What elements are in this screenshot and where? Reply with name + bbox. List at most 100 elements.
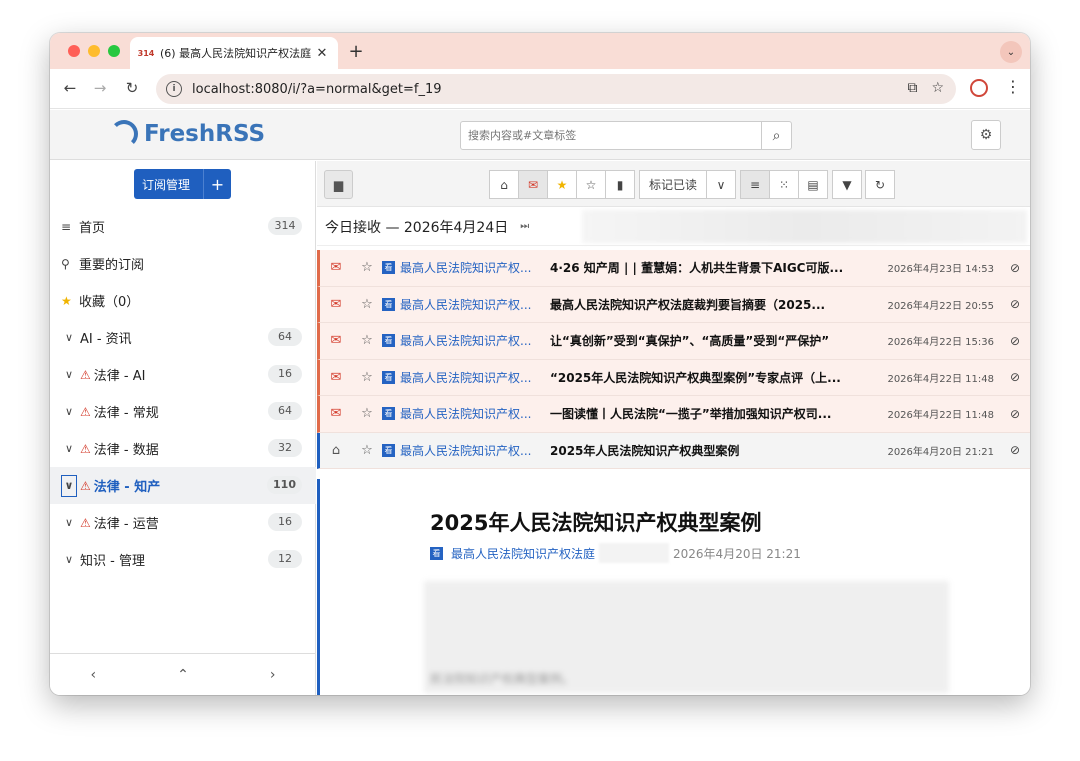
pin-icon: ⚲: [61, 256, 70, 271]
envelope-icon[interactable]: ✉: [320, 406, 352, 421]
article-title[interactable]: “2025年人民法院知识产权典型案例”专家点评（上...: [550, 369, 870, 386]
sidebar-item-law-ai[interactable]: ∨ ⚠ 法律 - AI 16: [50, 356, 316, 393]
filter-unread-button[interactable]: ✉: [518, 170, 548, 199]
feed-source[interactable]: 看最高人民法院知识产权...: [382, 442, 550, 459]
chevron-down-icon[interactable]: ∨: [61, 401, 77, 423]
filter-unstarred-button[interactable]: ☆: [576, 170, 606, 199]
table-row[interactable]: ✉ ☆ 看最高人民法院知识产权... 4·26 知产周 | | 董慧娟：人机共生…: [317, 250, 1030, 287]
external-link-icon[interactable]: ⊘: [1010, 261, 1020, 275]
external-link-icon[interactable]: ⊘: [1010, 407, 1020, 421]
chevron-down-icon[interactable]: ∨: [61, 549, 77, 571]
view-reader-button[interactable]: ▤: [798, 170, 828, 199]
search-input[interactable]: [461, 122, 761, 149]
sort-button[interactable]: ▼: [832, 170, 862, 199]
previous-icon[interactable]: ‹: [91, 667, 97, 683]
refresh-button[interactable]: ↻: [865, 170, 895, 199]
article-title[interactable]: 4·26 知产周 | | 董慧娟：人机共生背景下AIGC可版...: [550, 259, 870, 276]
star-outline-icon[interactable]: ☆: [352, 333, 382, 348]
close-window-button[interactable]: [68, 45, 80, 57]
envelope-open-icon[interactable]: ⌂: [320, 443, 352, 458]
envelope-icon[interactable]: ✉: [320, 333, 352, 348]
add-subscription-button[interactable]: +: [203, 169, 231, 199]
article-heading[interactable]: 2025年人民法院知识产权典型案例: [430, 507, 761, 537]
sidebar-item-law-ip[interactable]: ∨ ⚠ 法律 - 知产 110: [50, 467, 316, 504]
filter-read-button[interactable]: ⌂: [489, 170, 519, 199]
bookmark-button[interactable]: ▮: [605, 170, 635, 199]
unread-count: 314: [268, 217, 302, 235]
article-date: 2026年4月22日 11:48: [887, 373, 994, 385]
external-link-icon[interactable]: ⊘: [1010, 370, 1020, 384]
filter-starred-button[interactable]: ★: [547, 170, 577, 199]
toggle-sidebar-button[interactable]: ▆: [324, 170, 353, 199]
mark-read-button[interactable]: 标记已读: [639, 170, 707, 199]
feed-source[interactable]: 看最高人民法院知识产权...: [382, 369, 550, 386]
cast-icon[interactable]: ⧉: [907, 80, 917, 96]
envelope-icon[interactable]: ✉: [320, 297, 352, 312]
view-global-button[interactable]: ⁙: [769, 170, 799, 199]
minimize-window-button[interactable]: [88, 45, 100, 57]
next-icon[interactable]: ›: [270, 667, 276, 683]
close-tab-icon[interactable]: ✕: [314, 46, 330, 61]
sidebar-item-law-general[interactable]: ∨ ⚠ 法律 - 常规 64: [50, 393, 316, 430]
star-outline-icon[interactable]: ☆: [352, 297, 382, 312]
settings-button[interactable]: ⚙: [971, 120, 1001, 150]
sidebar-item-home[interactable]: ≡ 首页 314: [50, 208, 316, 245]
chevron-down-icon[interactable]: ∨: [61, 512, 77, 534]
chevron-down-icon[interactable]: ∨: [61, 327, 77, 349]
chevron-down-icon[interactable]: ∨: [61, 438, 77, 460]
table-row[interactable]: ✉ ☆ 看最高人民法院知识产权... 一图读懂丨人民法院“一揽子”举措加强知识产…: [317, 396, 1030, 433]
feed-source[interactable]: 看最高人民法院知识产权...: [382, 332, 550, 349]
table-row[interactable]: ✉ ☆ 看最高人民法院知识产权... 让“真创新”受到“真保护”、“高质量”受到…: [317, 323, 1030, 360]
sidebar-item-law-data[interactable]: ∨ ⚠ 法律 - 数据 32: [50, 430, 316, 467]
sidebar-item-important[interactable]: ⚲ 重要的订阅: [50, 245, 316, 282]
feed-source[interactable]: 看最高人民法院知识产权...: [382, 296, 550, 313]
star-outline-icon[interactable]: ☆: [352, 443, 382, 458]
star-outline-icon[interactable]: ☆: [352, 260, 382, 275]
bookmark-star-icon[interactable]: ☆: [931, 80, 944, 96]
manage-subscriptions-button[interactable]: 订阅管理 +: [134, 169, 231, 199]
external-link-icon[interactable]: ⊘: [1010, 297, 1020, 311]
maximize-window-button[interactable]: [108, 45, 120, 57]
article-source[interactable]: 最高人民法院知识产权法庭: [451, 545, 595, 562]
view-normal-button[interactable]: ≡: [740, 170, 770, 199]
search-button[interactable]: ⌕: [761, 122, 791, 149]
address-bar[interactable]: i localhost:8080/i/?a=normal&get=f_19 ⧉ …: [156, 74, 956, 104]
sidebar-item-ai-news[interactable]: ∨ AI - 资讯 64: [50, 319, 316, 356]
new-tab-button[interactable]: +: [346, 41, 366, 62]
article-title[interactable]: 一图读懂丨人民法院“一揽子”举措加强知识产权司...: [550, 405, 870, 422]
profile-icon[interactable]: [970, 79, 988, 97]
freshrss-logo[interactable]: FreshRSS: [110, 120, 265, 148]
star-outline-icon[interactable]: ☆: [352, 406, 382, 421]
feed-source[interactable]: 看最高人民法院知识产权...: [382, 405, 550, 422]
table-row[interactable]: ✉ ☆ 看最高人民法院知识产权... 最高人民法院知识产权法庭裁判要旨摘要（20…: [317, 286, 1030, 323]
sidebar-item-law-ops[interactable]: ∨ ⚠ 法律 - 运营 16: [50, 504, 316, 541]
back-icon[interactable]: ←: [60, 79, 80, 97]
sidebar-item-favorites[interactable]: ★ 收藏（0）: [50, 282, 316, 319]
article-title[interactable]: 让“真创新”受到“真保护”、“高质量”受到“严保护”: [550, 332, 870, 349]
site-info-icon[interactable]: i: [166, 81, 182, 97]
article-title[interactable]: 2025年人民法院知识产权典型案例: [550, 442, 870, 459]
article-date: 2026年4月20日 21:21: [673, 546, 801, 561]
forward-icon[interactable]: →: [90, 79, 110, 97]
browser-tab[interactable]: 314 (6) 最高人民法院知识产权法庭 ✕: [130, 37, 338, 69]
chevron-down-icon[interactable]: ∨: [61, 364, 77, 386]
article-date: 2026年4月22日 20:55: [887, 300, 994, 312]
envelope-icon[interactable]: ✉: [320, 370, 352, 385]
browser-menu-icon[interactable]: ⋮: [1005, 77, 1021, 96]
star-outline-icon[interactable]: ☆: [352, 370, 382, 385]
feed-source[interactable]: 看最高人民法院知识产权...: [382, 259, 550, 276]
external-link-icon[interactable]: ⊘: [1010, 334, 1020, 348]
envelope-icon: ✉: [527, 177, 539, 192]
table-row[interactable]: ✉ ☆ 看最高人民法院知识产权... “2025年人民法院知识产权典型案例”专家…: [317, 359, 1030, 396]
external-link-icon[interactable]: ⊘: [1010, 443, 1020, 457]
mark-read-dropdown[interactable]: ∨: [706, 170, 736, 199]
up-icon[interactable]: ⌃: [177, 667, 189, 683]
article-title[interactable]: 最高人民法院知识产权法庭裁判要旨摘要（2025...: [550, 296, 870, 313]
sidebar-item-knowledge[interactable]: ∨ 知识 - 管理 12: [50, 541, 316, 578]
table-row[interactable]: ⌂ ☆ 看最高人民法院知识产权... 2025年人民法院知识产权典型案例 202…: [317, 432, 1030, 469]
tab-search-chevron-icon[interactable]: ⌄: [1000, 41, 1022, 63]
chevron-down-icon[interactable]: ∨: [61, 474, 77, 497]
envelope-icon[interactable]: ✉: [320, 260, 352, 275]
reload-icon[interactable]: ↻: [122, 79, 142, 97]
skip-forward-icon[interactable]: ⏭: [520, 221, 529, 232]
